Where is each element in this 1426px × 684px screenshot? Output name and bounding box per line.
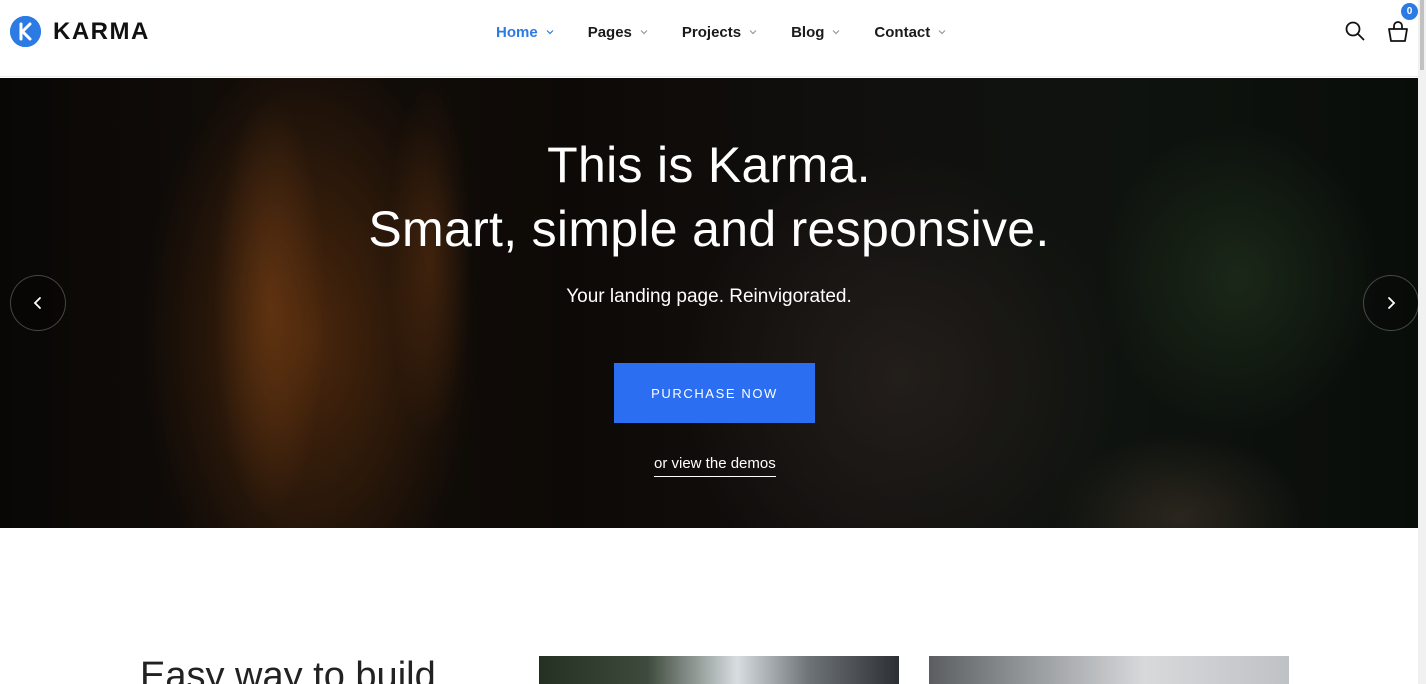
site-header: KARMA Home Pages Projects Blog Contact 0 [0, 0, 1418, 77]
feature-image-desk [929, 656, 1289, 684]
nav-label: Projects [681, 23, 742, 41]
hero-title: This is Karma. Smart, simple and respons… [0, 133, 1418, 261]
hero-slider: This is Karma. Smart, simple and respons… [0, 78, 1418, 528]
chevron-left-icon [33, 297, 41, 309]
brand-name: KARMA [53, 17, 150, 45]
nav-item-projects[interactable]: Projects [668, 22, 771, 42]
chevron-down-icon [546, 30, 554, 35]
view-demos-link[interactable]: or view the demos [654, 455, 776, 477]
brand-logo[interactable]: KARMA [10, 16, 150, 47]
hero-title-line-1: This is Karma. [547, 137, 871, 193]
nav-item-home[interactable]: Home [482, 22, 568, 42]
search-icon[interactable] [1344, 20, 1366, 42]
chevron-down-icon [640, 30, 648, 35]
main-nav: Home Pages Projects Blog Contact [482, 22, 960, 42]
chevron-right-icon [1388, 297, 1396, 309]
chevron-down-icon [938, 30, 946, 35]
page-scrollbar[interactable] [1418, 0, 1426, 684]
slider-next-button[interactable] [1363, 275, 1418, 331]
section-heading: Easy way to build [140, 655, 436, 684]
nav-label: Pages [587, 23, 632, 41]
cart-count-badge: 0 [1401, 3, 1418, 20]
purchase-now-button[interactable]: PURCHASE NOW [614, 363, 815, 423]
chevron-down-icon [832, 30, 840, 35]
nav-label: Home [496, 23, 538, 41]
nav-item-contact[interactable]: Contact [860, 22, 960, 42]
hero-title-line-2: Smart, simple and responsive. [368, 201, 1050, 257]
scrollbar-thumb[interactable] [1420, 0, 1424, 70]
nav-label: Contact [874, 23, 931, 41]
chevron-down-icon [749, 30, 757, 35]
cart-icon[interactable] [1386, 20, 1410, 44]
slider-prev-button[interactable] [10, 275, 66, 331]
nav-label: Blog [791, 23, 825, 41]
logo-mark-icon [10, 16, 41, 47]
feature-image-laptop [539, 656, 899, 684]
nav-item-blog[interactable]: Blog [777, 22, 854, 42]
hero-subtitle: Your landing page. Reinvigorated. [566, 286, 852, 307]
nav-item-pages[interactable]: Pages [574, 22, 662, 42]
